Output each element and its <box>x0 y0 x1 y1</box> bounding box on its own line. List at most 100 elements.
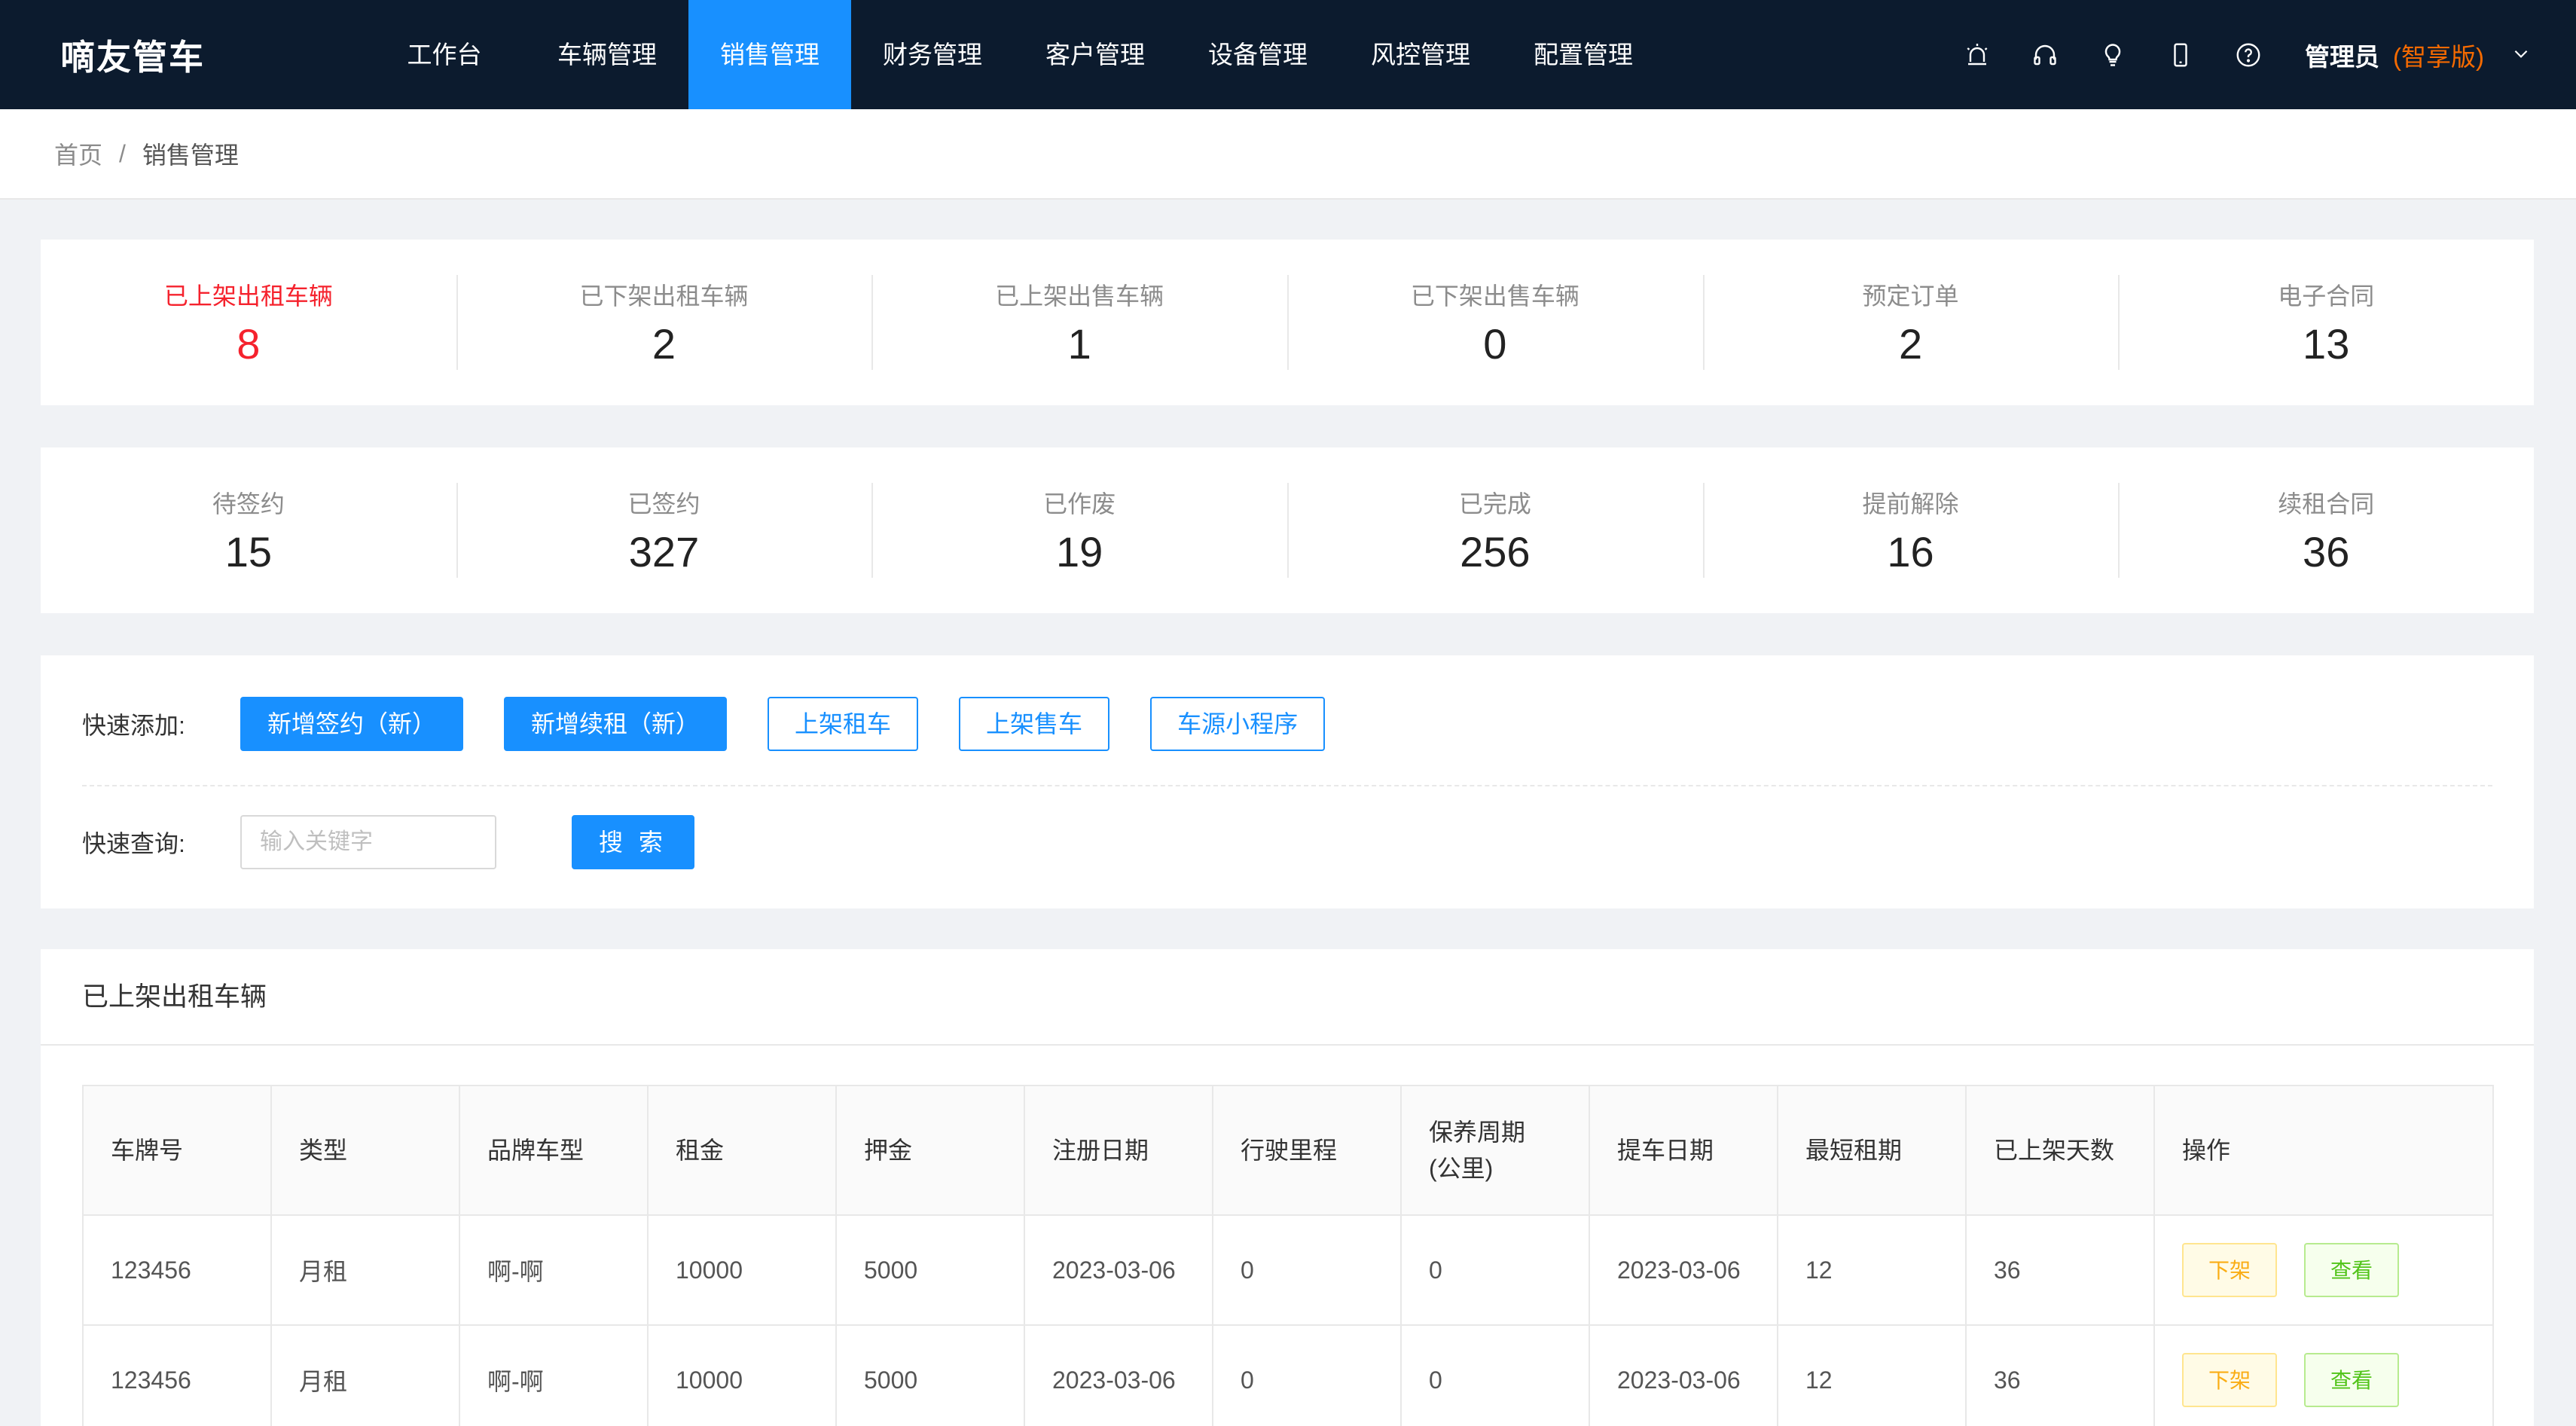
stat-value: 0 <box>1483 319 1507 368</box>
listed-rentals-panel: 已上架出租车辆 车牌号 类型 品牌车型 租金 押金 注册日期 行驶里程 保养周期… <box>41 949 2534 1426</box>
off-shelf-button[interactable]: 下架 <box>2182 1243 2277 1297</box>
nav-item-config[interactable]: 配置管理 <box>1502 0 1665 109</box>
search-input[interactable] <box>240 815 496 869</box>
column-header[interactable]: 注册日期 <box>1024 1085 1213 1216</box>
column-header[interactable]: 最短租期 <box>1777 1085 1967 1216</box>
quick-search-label: 快速查询: <box>82 830 185 857</box>
stat-label: 已上架出售车辆 <box>995 282 1164 310</box>
actions-cell: 下架 查看 <box>2153 1324 2494 1426</box>
column-header[interactable]: 保养周期 (公里) <box>1400 1085 1590 1216</box>
app-logo[interactable]: 嘀友管车 <box>0 30 363 80</box>
column-header[interactable]: 已上架天数 <box>1965 1085 2155 1216</box>
breadcrumb-separator: / <box>119 139 126 167</box>
stat-label: 已完成 <box>1458 490 1531 518</box>
column-header[interactable]: 类型 <box>270 1085 460 1216</box>
breadcrumb: 首页 / 销售管理 <box>0 109 2576 200</box>
stat-voided[interactable]: 已作废 19 <box>871 483 1287 578</box>
nav-item-sales[interactable]: 销售管理 <box>688 0 851 109</box>
stat-label: 提前解除 <box>1862 490 1959 518</box>
dashed-divider <box>82 785 2492 786</box>
stat-sale-listed[interactable]: 已上架出售车辆 1 <box>871 275 1287 370</box>
nav-item-risk[interactable]: 风控管理 <box>1339 0 1502 109</box>
column-header[interactable]: 品牌车型 <box>459 1085 649 1216</box>
help-icon[interactable] <box>2214 41 2282 69</box>
column-header[interactable]: 押金 <box>835 1085 1025 1216</box>
list-sale-button[interactable]: 上架售车 <box>959 697 1110 751</box>
stat-value: 2 <box>652 319 676 368</box>
column-header[interactable]: 车牌号 <box>82 1085 272 1216</box>
table-cell: 36 <box>1965 1214 2155 1326</box>
stat-completed[interactable]: 已完成 256 <box>1287 483 1703 578</box>
stat-value: 327 <box>628 527 700 576</box>
quick-actions-panel: 快速添加: 新增签约（新） 新增续租（新） 上架租车 上架售车 车源小程序 快速… <box>41 655 2534 908</box>
mini-program-button[interactable]: 车源小程序 <box>1150 697 1326 751</box>
table-row: 123456 月租 啊-啊 10000 5000 2023-03-06 0 0 … <box>82 1324 2494 1426</box>
table-cell: 啊-啊 <box>459 1214 649 1326</box>
stat-label: 续租合同 <box>2278 490 2375 518</box>
stat-value: 256 <box>1460 527 1531 576</box>
stat-reservations[interactable]: 预定订单 2 <box>1702 275 2119 370</box>
stat-rent-listed[interactable]: 已上架出租车辆 8 <box>41 275 456 370</box>
stat-signed[interactable]: 已签约 327 <box>456 483 872 578</box>
nav-item-finance[interactable]: 财务管理 <box>851 0 1014 109</box>
table-cell: 2023-03-06 <box>1589 1214 1778 1326</box>
stat-early-terminated[interactable]: 提前解除 16 <box>1702 483 2119 578</box>
table-cell: 月租 <box>270 1324 460 1426</box>
table-row: 123456 月租 啊-啊 10000 5000 2023-03-06 0 0 … <box>82 1214 2494 1326</box>
listed-rentals-table: 车牌号 类型 品牌车型 租金 押金 注册日期 行驶里程 保养周期 (公里) 提车… <box>82 1085 2494 1426</box>
view-button[interactable]: 查看 <box>2304 1243 2399 1297</box>
main-nav: 工作台 车辆管理 销售管理 财务管理 客户管理 设备管理 风控管理 配置管理 <box>363 0 1665 109</box>
chevron-down-icon[interactable] <box>2511 41 2531 69</box>
stat-value: 36 <box>2303 527 2350 576</box>
quick-add-row: 快速添加: 新增签约（新） 新增续租（新） 上架租车 上架售车 车源小程序 <box>82 697 1366 751</box>
breadcrumb-home[interactable]: 首页 <box>54 136 102 171</box>
stat-label: 待签约 <box>212 490 285 518</box>
new-contract-button[interactable]: 新增签约（新） <box>240 697 464 751</box>
table-cell: 123456 <box>82 1324 272 1426</box>
user-menu[interactable]: 管理员 (智享版) <box>2305 37 2531 73</box>
top-navbar: 嘀友管车 工作台 车辆管理 销售管理 财务管理 客户管理 设备管理 风控管理 配… <box>0 0 2576 109</box>
user-edition: (智享版) <box>2393 42 2484 71</box>
alarm-icon[interactable] <box>1943 41 2011 69</box>
table-cell: 5000 <box>835 1324 1025 1426</box>
table-cell: 0 <box>1400 1214 1590 1326</box>
column-header[interactable]: 行驶里程 <box>1212 1085 1402 1216</box>
table-cell: 12 <box>1777 1324 1967 1426</box>
table-cell: 36 <box>1965 1324 2155 1426</box>
nav-item-workbench[interactable]: 工作台 <box>363 0 526 109</box>
search-button[interactable]: 搜 索 <box>572 815 694 869</box>
breadcrumb-current: 销售管理 <box>142 142 239 169</box>
table-cell: 0 <box>1212 1214 1402 1326</box>
stat-e-contracts[interactable]: 电子合同 13 <box>2118 275 2534 370</box>
stat-renewals[interactable]: 续租合同 36 <box>2118 483 2534 578</box>
column-header[interactable]: 提车日期 <box>1589 1085 1778 1216</box>
table-header-row: 车牌号 类型 品牌车型 租金 押金 注册日期 行驶里程 保养周期 (公里) 提车… <box>82 1085 2494 1216</box>
user-name: 管理员 <box>2305 42 2380 71</box>
mobile-icon[interactable] <box>2147 41 2214 69</box>
stat-label: 已上架出租车辆 <box>163 282 333 310</box>
off-shelf-button[interactable]: 下架 <box>2182 1353 2277 1407</box>
nav-item-customers[interactable]: 客户管理 <box>1014 0 1177 109</box>
view-button[interactable]: 查看 <box>2304 1353 2399 1407</box>
headset-icon[interactable] <box>2011 41 2079 69</box>
list-rental-button[interactable]: 上架租车 <box>768 697 919 751</box>
actions-cell: 下架 查看 <box>2153 1214 2494 1326</box>
stat-value: 13 <box>2303 319 2350 368</box>
stat-sale-delisted[interactable]: 已下架出售车辆 0 <box>1287 275 1703 370</box>
stat-pending-sign[interactable]: 待签约 15 <box>41 483 456 578</box>
stat-label: 预定订单 <box>1862 282 1959 310</box>
stat-value: 8 <box>237 319 261 368</box>
stat-label: 已下架出租车辆 <box>579 282 749 310</box>
lightbulb-icon[interactable] <box>2079 41 2147 69</box>
stat-value: 19 <box>1056 527 1103 576</box>
table-cell: 10000 <box>647 1214 837 1326</box>
column-header[interactable]: 租金 <box>647 1085 837 1216</box>
stat-label: 已签约 <box>627 490 700 518</box>
stat-rent-delisted[interactable]: 已下架出租车辆 2 <box>456 275 872 370</box>
nav-item-devices[interactable]: 设备管理 <box>1177 0 1339 109</box>
new-renewal-button[interactable]: 新增续租（新） <box>504 697 728 751</box>
table-cell: 0 <box>1212 1324 1402 1426</box>
nav-item-vehicles[interactable]: 车辆管理 <box>526 0 688 109</box>
stat-label: 已下架出售车辆 <box>1410 282 1579 310</box>
table-cell: 2023-03-06 <box>1024 1324 1213 1426</box>
